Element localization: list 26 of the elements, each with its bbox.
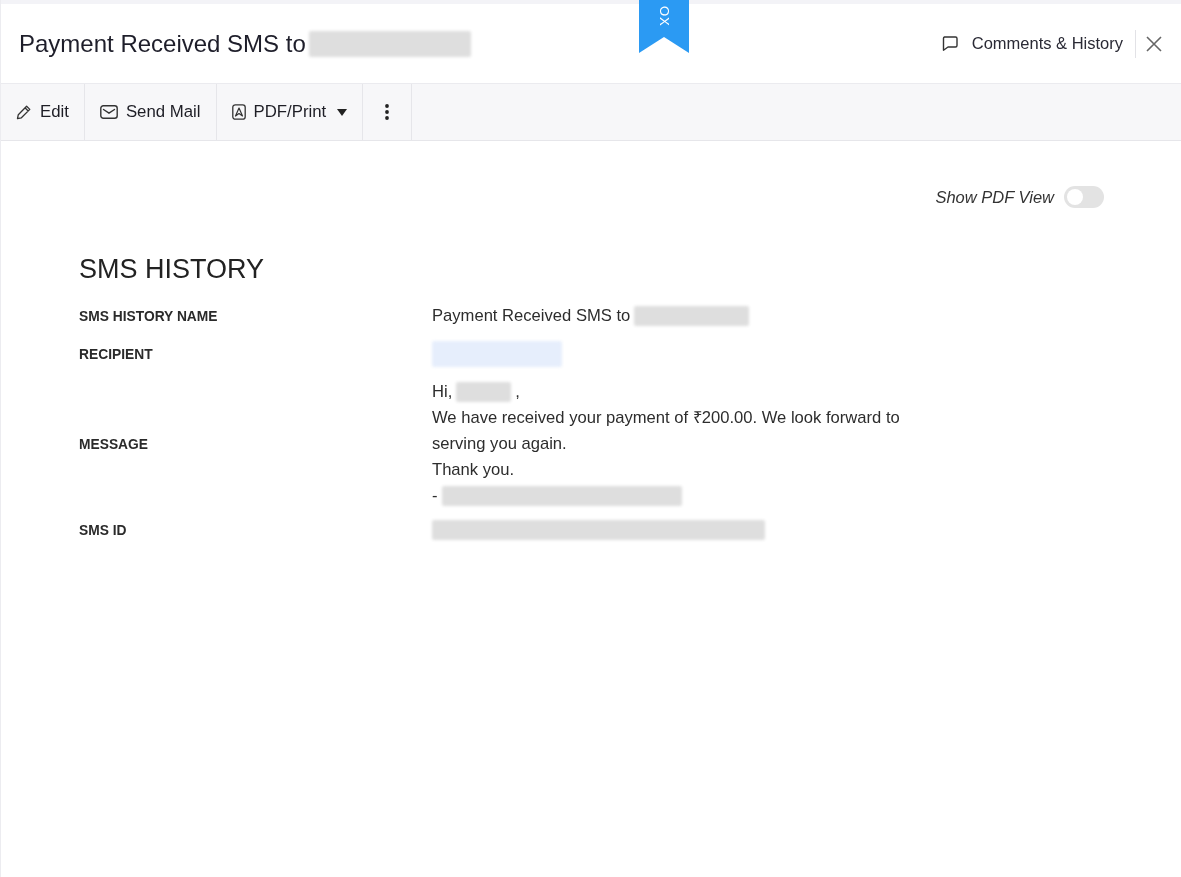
toolbar-button[interactable]: Send Mail bbox=[84, 84, 217, 140]
toolbar-button[interactable]: Edit bbox=[1, 84, 85, 140]
field-value: Payment Received SMS to bbox=[432, 305, 631, 327]
close-icon bbox=[1146, 35, 1162, 52]
pdf-view-switch[interactable] bbox=[1064, 186, 1104, 208]
envelope-icon bbox=[99, 105, 118, 119]
speech-bubble-icon bbox=[941, 36, 958, 51]
toggle-label: Show PDF View bbox=[935, 187, 1054, 207]
more-options-icon bbox=[385, 104, 390, 120]
pdf-document-icon bbox=[231, 104, 246, 120]
section-title: SMS HISTORY bbox=[79, 254, 266, 285]
close-button[interactable] bbox=[1144, 33, 1164, 54]
message-text: - bbox=[432, 485, 438, 507]
window-title: Payment Received SMS to bbox=[19, 29, 306, 58]
message-text: We have received your payment of ₹200.00. We look forward to serving you again. bbox=[432, 407, 901, 455]
field-label: SMS HISTORY NAME bbox=[79, 308, 219, 324]
message-text: Thank you. bbox=[432, 459, 516, 481]
pencil-icon bbox=[16, 104, 32, 120]
comments-history-link[interactable]: Comments & History bbox=[937, 30, 1135, 57]
field-label: MESSAGE bbox=[79, 436, 149, 452]
message-text: Hi, bbox=[432, 381, 453, 403]
message-text: , bbox=[515, 381, 520, 403]
field-label: SMS ID bbox=[79, 522, 128, 538]
field-label: RECIPIENT bbox=[79, 346, 154, 362]
toolbar-button[interactable]: PDF/Print bbox=[216, 84, 364, 140]
ribbon-banner: OX bbox=[639, 0, 689, 53]
